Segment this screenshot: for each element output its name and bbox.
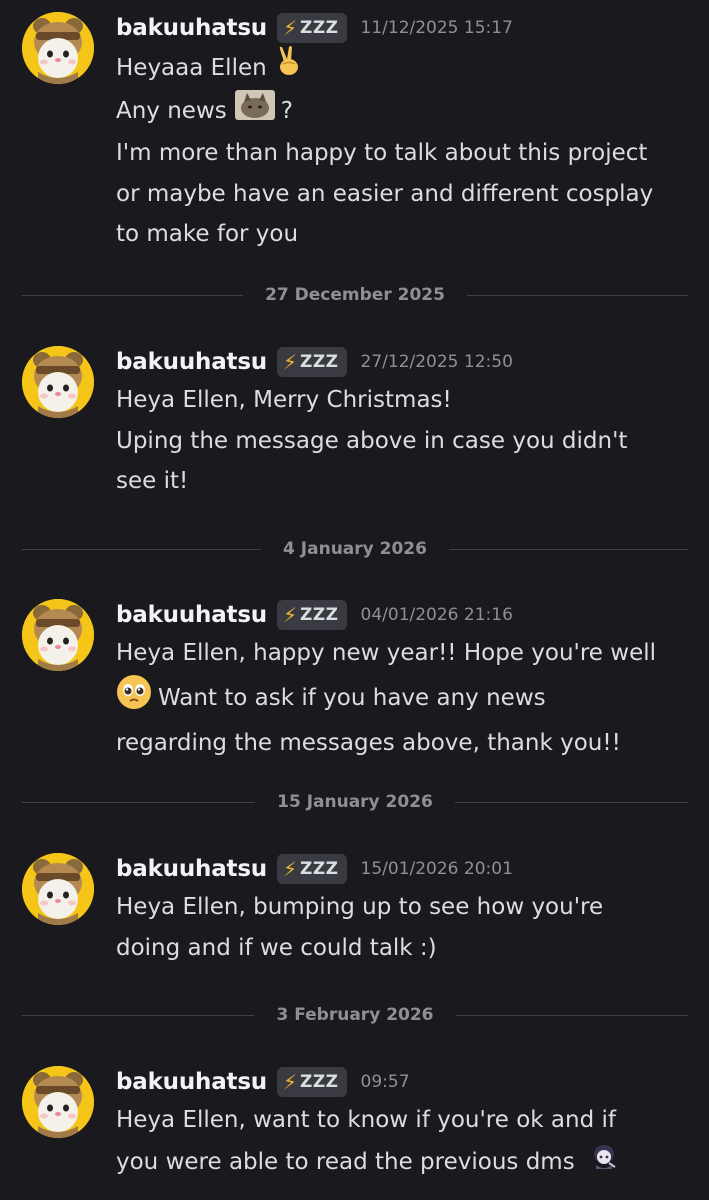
guild-tag[interactable]: ⚡ ZZZ [276, 1067, 347, 1097]
message-line: you were able to read the previous dms [116, 1149, 575, 1175]
guild-tag[interactable]: ⚡ ZZZ [276, 854, 347, 884]
message-content: Heya Ellen, Merry Christmas! Uping the m… [116, 380, 696, 502]
avatar[interactable] [22, 853, 94, 925]
divider-line [448, 548, 689, 550]
divider-line [454, 801, 688, 803]
date-divider: 15 January 2026 [22, 790, 688, 814]
timestamp[interactable]: 04/01/2026 21:16 [361, 605, 513, 625]
guild-tag-label: ZZZ [300, 1072, 339, 1092]
avatar[interactable] [22, 12, 94, 84]
date-divider: 27 December 2025 [22, 283, 689, 307]
message-line: regarding the messages above, thank you!… [116, 730, 621, 756]
guild-tag-label: ZZZ [300, 352, 339, 372]
message-line: see it! [116, 468, 189, 494]
lightning-bolt-icon: ⚡ [282, 857, 298, 881]
chat-log: bakuuhatsu ⚡ ZZZ 11/12/2025 15:17 Heyaaa… [0, 0, 709, 1200]
username[interactable]: bakuuhatsu [116, 602, 267, 628]
guild-tag[interactable]: ⚡ ZZZ [276, 13, 347, 43]
guild-tag[interactable]: ⚡ ZZZ [276, 600, 347, 630]
guild-tag-label: ZZZ [300, 605, 339, 625]
avatar[interactable] [22, 599, 94, 671]
username[interactable]: bakuuhatsu [116, 15, 267, 41]
timestamp[interactable]: 15/01/2026 20:01 [361, 859, 513, 879]
message-header: bakuuhatsu ⚡ ZZZ 15/01/2026 20:01 [116, 853, 513, 885]
message-line: or maybe have an easier and different co… [116, 180, 654, 207]
date-divider-label: 27 December 2025 [265, 285, 445, 305]
message-header: bakuuhatsu ⚡ ZZZ 11/12/2025 15:17 [116, 12, 513, 44]
cat-sticker-emoji[interactable] [234, 89, 275, 134]
message-line: Any news [116, 98, 227, 124]
username[interactable]: bakuuhatsu [116, 1069, 267, 1095]
message-content: Heya Ellen, want to know if you're ok an… [116, 1100, 696, 1184]
lightning-bolt-icon: ⚡ [282, 603, 298, 627]
divider-line [22, 801, 256, 803]
divider-line [22, 1014, 255, 1016]
guild-tag[interactable]: ⚡ ZZZ [276, 347, 347, 377]
message-header: bakuuhatsu ⚡ ZZZ 09:57 [116, 1066, 410, 1098]
message-line: Heya Ellen, want to know if you're ok an… [116, 1107, 616, 1133]
message-content: Heyaaa Ellen Any news ? I'm more than ha… [116, 46, 696, 255]
message-line: to make for you [116, 221, 299, 247]
lightning-bolt-icon: ⚡ [282, 16, 298, 40]
username[interactable]: bakuuhatsu [116, 349, 267, 375]
message-line: Heya Ellen, Merry Christmas! [116, 387, 452, 413]
lightning-bolt-icon: ⚡ [282, 1070, 298, 1094]
lightning-bolt-icon: ⚡ [282, 350, 298, 374]
message-line: Heya Ellen, bumping up to see how you're [116, 894, 604, 920]
message-content: Heya Ellen, happy new year!! Hope you're… [116, 633, 696, 764]
guild-tag-label: ZZZ [300, 859, 339, 879]
victory-hand-emoji[interactable] [275, 46, 303, 90]
character-sticker-emoji[interactable] [589, 1141, 619, 1185]
date-divider: 3 February 2026 [22, 1003, 688, 1027]
divider-line [22, 548, 262, 550]
pleading-face-emoji[interactable] [116, 674, 152, 724]
date-divider-label: 4 January 2026 [283, 539, 427, 559]
message-line: ? [280, 98, 293, 124]
divider-line [455, 1014, 688, 1016]
avatar[interactable] [22, 346, 94, 418]
message-line: Heya Ellen, happy new year!! Hope you're… [116, 640, 656, 666]
message-header: bakuuhatsu ⚡ ZZZ 27/12/2025 12:50 [116, 346, 513, 378]
message-line: Heyaaa Ellen [116, 54, 267, 81]
timestamp[interactable]: 09:57 [361, 1072, 410, 1092]
timestamp[interactable]: 11/12/2025 15:17 [361, 18, 513, 38]
message-line: doing and if we could talk :) [116, 934, 437, 961]
divider-line [466, 294, 689, 296]
date-divider-label: 15 January 2026 [277, 792, 433, 812]
date-divider-label: 3 February 2026 [276, 1005, 434, 1025]
timestamp[interactable]: 27/12/2025 12:50 [361, 352, 513, 372]
avatar[interactable] [22, 1066, 94, 1138]
guild-tag-label: ZZZ [300, 18, 339, 38]
message-line: Uping the message above in case you didn… [116, 427, 628, 454]
username[interactable]: bakuuhatsu [116, 856, 267, 882]
message-line: I'm more than happy to talk about this p… [116, 140, 648, 166]
message-content: Heya Ellen, bumping up to see how you're… [116, 887, 696, 968]
message-header: bakuuhatsu ⚡ ZZZ 04/01/2026 21:16 [116, 599, 513, 631]
divider-line [22, 294, 244, 296]
date-divider: 4 January 2026 [22, 537, 689, 561]
message-line: Want to ask if you have any news [158, 685, 546, 711]
